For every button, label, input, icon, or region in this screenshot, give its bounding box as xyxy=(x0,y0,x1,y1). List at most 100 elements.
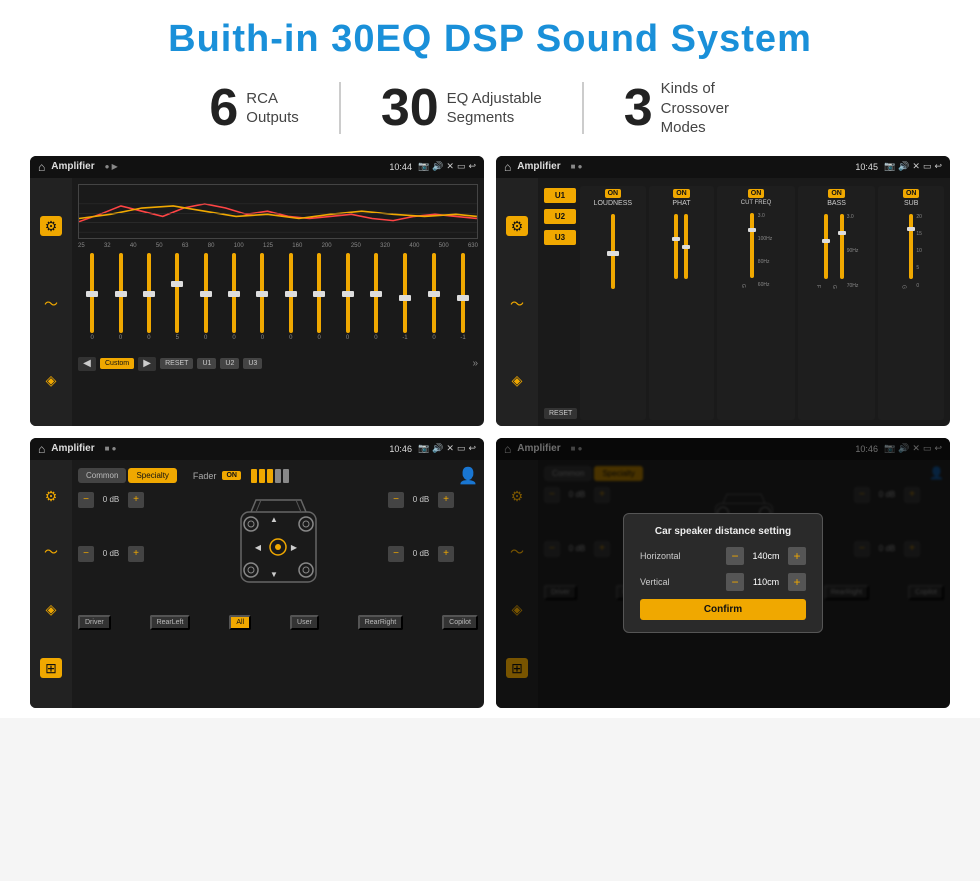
fr-plus-btn[interactable]: + xyxy=(438,492,454,508)
fader-vol-icon[interactable]: ◈ xyxy=(46,602,57,616)
car-diagram: ▲ ▼ ◀ ▶ xyxy=(174,492,382,607)
cross-reset-btn[interactable]: RESET xyxy=(544,408,577,419)
fader-spk-icon[interactable]: ⊞ xyxy=(40,658,62,678)
home-icon-2[interactable]: ⌂ xyxy=(504,160,511,174)
svg-text:▲: ▲ xyxy=(270,515,278,524)
eq-bottom-bar: ◀ Custom ▶ RESET U1 U2 U3 » xyxy=(78,357,478,371)
crossover-screen-inner: ⚙ 〜 ◈ U1 U2 U3 RESET xyxy=(496,178,950,426)
fl-plus-btn[interactable]: + xyxy=(128,492,144,508)
vertical-plus-btn[interactable]: + xyxy=(788,573,806,591)
fader-top-bar: ⌂ Amplifier ■ ● 10:46 📷🔊✕▭↩ xyxy=(30,438,484,460)
eq-prev-btn[interactable]: ◀ xyxy=(78,357,96,371)
rl-plus-btn[interactable]: + xyxy=(128,546,144,562)
crossover-dots: ■ ● xyxy=(571,162,583,171)
stat-eq: 30 EQ AdjustableSegments xyxy=(341,82,584,134)
stat-crossover-label: Kinds ofCrossover Modes xyxy=(661,79,771,138)
eq-u1-btn[interactable]: U1 xyxy=(197,358,216,369)
rr-minus-btn[interactable]: − xyxy=(388,546,404,562)
expand-icon[interactable]: » xyxy=(472,358,478,369)
driver-btn[interactable]: Driver xyxy=(78,615,111,630)
eq-next-btn[interactable]: ▶ xyxy=(138,357,156,371)
crossover-top-bar: ⌂ Amplifier ■ ● 10:45 📷🔊✕▭↩ xyxy=(496,156,950,178)
horizontal-label: Horizontal xyxy=(640,551,681,561)
crossover-screen: ⌂ Amplifier ■ ● 10:45 📷🔊✕▭↩ ⚙ 〜 ◈ xyxy=(496,156,950,426)
cross-u1-btn[interactable]: U1 xyxy=(544,188,576,203)
volume-icon[interactable]: ◈ xyxy=(46,373,57,387)
stat-eq-number: 30 xyxy=(381,82,439,134)
fader-level-bars xyxy=(251,469,289,483)
page-wrapper: Buith-in 30EQ DSP Sound System 6 RCAOutp… xyxy=(0,0,980,718)
stat-rca: 6 RCAOutputs xyxy=(169,82,340,134)
fader-main: Common Specialty Fader ON 👤 xyxy=(72,460,484,708)
eq-reset-btn[interactable]: RESET xyxy=(160,358,193,369)
distance-dialog: Car speaker distance setting Horizontal … xyxy=(623,513,823,633)
eq-u3-btn[interactable]: U3 xyxy=(243,358,262,369)
fr-minus-btn[interactable]: − xyxy=(388,492,404,508)
rearleft-btn[interactable]: RearLeft xyxy=(150,615,191,630)
copilot-btn[interactable]: Copilot xyxy=(442,615,478,630)
all-btn[interactable]: All xyxy=(229,615,251,630)
eq-dots: ● ▶ xyxy=(105,162,118,171)
eq-title: Amplifier xyxy=(51,161,94,172)
eq-sliders: 0 0 0 5 xyxy=(78,253,478,353)
eq-slider-1: 0 xyxy=(90,253,94,353)
horizontal-plus-btn[interactable]: + xyxy=(788,547,806,565)
fader-on-badge[interactable]: ON xyxy=(222,471,241,480)
sub-on[interactable]: ON xyxy=(903,189,920,198)
home-icon-3[interactable]: ⌂ xyxy=(38,442,45,456)
eq-u2-btn[interactable]: U2 xyxy=(220,358,239,369)
phat-label: PHAT xyxy=(672,200,690,207)
crossover-wave-icon[interactable]: 〜 xyxy=(510,297,524,311)
crossover-vol-icon[interactable]: ◈ xyxy=(512,373,523,387)
page-title: Buith-in 30EQ DSP Sound System xyxy=(30,18,950,61)
user-btn[interactable]: User xyxy=(290,615,319,630)
vertical-value: 110cm xyxy=(748,577,784,587)
horizontal-minus-btn[interactable]: − xyxy=(726,547,744,565)
fader-tabs: Common Specialty xyxy=(78,468,177,483)
eq-custom-btn[interactable]: Custom xyxy=(100,358,134,369)
loudness-on[interactable]: ON xyxy=(605,189,622,198)
eq-graph xyxy=(78,184,478,239)
person-icon[interactable]: 👤 xyxy=(458,466,478,486)
rl-minus-btn[interactable]: − xyxy=(78,546,94,562)
loudness-label: LOUDNESS xyxy=(594,200,633,207)
horizontal-control: − 140cm + xyxy=(726,547,806,565)
svg-text:◀: ◀ xyxy=(254,543,261,552)
rearright-btn[interactable]: RearRight xyxy=(358,615,404,630)
horizontal-value: 140cm xyxy=(748,551,784,561)
fader-wave-icon[interactable]: 〜 xyxy=(44,545,58,559)
home-icon[interactable]: ⌂ xyxy=(38,160,45,174)
fader-time: 10:46 xyxy=(389,444,412,454)
stat-eq-label: EQ AdjustableSegments xyxy=(447,89,542,128)
vertical-row: Vertical − 110cm + xyxy=(640,573,806,591)
cross-u3-btn[interactable]: U3 xyxy=(544,230,576,245)
fl-minus-btn[interactable]: − xyxy=(78,492,94,508)
vertical-minus-btn[interactable]: − xyxy=(726,573,744,591)
fader-screen-inner: ⚙ 〜 ◈ ⊞ Common Specialty Fader ON xyxy=(30,460,484,708)
eq-screen: ⌂ Amplifier ● ▶ 10:44 📷🔊✕▭↩ ⚙ 〜 ◈ xyxy=(30,156,484,426)
confirm-button[interactable]: Confirm xyxy=(640,599,806,620)
crossover-main: U1 U2 U3 RESET ON LOUDNES xyxy=(538,178,950,426)
fr-db-val: 0 dB xyxy=(406,495,436,504)
cross-u2-btn[interactable]: U2 xyxy=(544,209,576,224)
screenshots-grid: ⌂ Amplifier ● ▶ 10:44 📷🔊✕▭↩ ⚙ 〜 ◈ xyxy=(30,156,950,708)
dialog-screen: ⌂ Amplifier ■ ● 10:46 📷🔊✕▭↩ ⚙ 〜 ◈ ⊞ xyxy=(496,438,950,708)
bass-on[interactable]: ON xyxy=(828,189,845,198)
crossover-status-icons: 📷🔊✕▭↩ xyxy=(884,161,942,172)
fader-eq-icon[interactable]: ⚙ xyxy=(45,489,58,503)
stat-rca-number: 6 xyxy=(209,82,238,134)
svg-text:▼: ▼ xyxy=(270,570,278,579)
fader-screen: ⌂ Amplifier ■ ● 10:46 📷🔊✕▭↩ ⚙ 〜 ◈ ⊞ xyxy=(30,438,484,708)
crossover-eq-icon[interactable]: ⚙ xyxy=(506,216,529,236)
eq-icon[interactable]: ⚙ xyxy=(40,216,63,236)
rr-db-val: 0 dB xyxy=(406,549,436,558)
rr-plus-btn[interactable]: + xyxy=(438,546,454,562)
cutfreq-on[interactable]: ON xyxy=(748,189,765,198)
left-speaker-col: − 0 dB + − 0 dB + xyxy=(78,492,168,607)
tab-common[interactable]: Common xyxy=(78,468,126,483)
sub-label: SUB xyxy=(904,200,918,207)
wave-icon[interactable]: 〜 xyxy=(44,297,58,311)
phat-on[interactable]: ON xyxy=(673,189,690,198)
eq-status-icons: 📷🔊✕▭↩ xyxy=(418,161,476,172)
tab-specialty[interactable]: Specialty xyxy=(128,468,176,483)
